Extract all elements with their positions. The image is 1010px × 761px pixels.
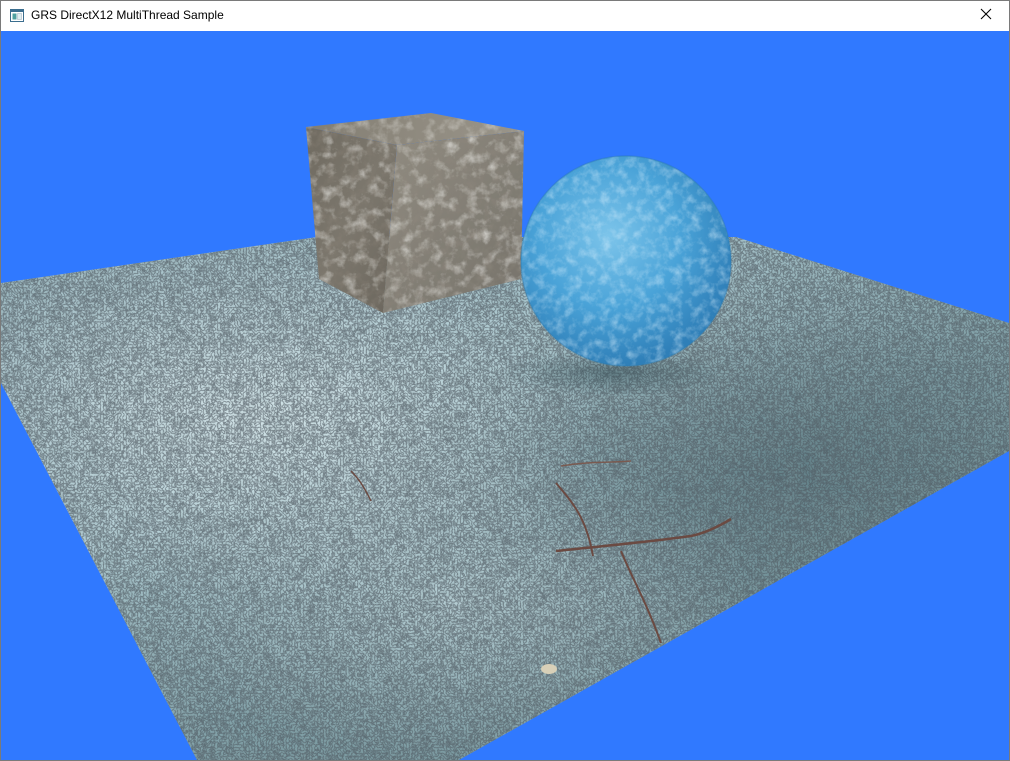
app-window: GRS DirectX12 MultiThread Sample (0, 0, 1010, 761)
stone-cube (306, 113, 524, 313)
window-title: GRS DirectX12 MultiThread Sample (31, 8, 224, 22)
scene-canvas (1, 31, 1009, 760)
title-bar[interactable]: GRS DirectX12 MultiThread Sample (1, 1, 1009, 31)
application-window-icon (10, 9, 24, 22)
render-viewport[interactable] (1, 31, 1009, 760)
close-icon (980, 7, 992, 25)
close-button[interactable] (963, 1, 1009, 31)
